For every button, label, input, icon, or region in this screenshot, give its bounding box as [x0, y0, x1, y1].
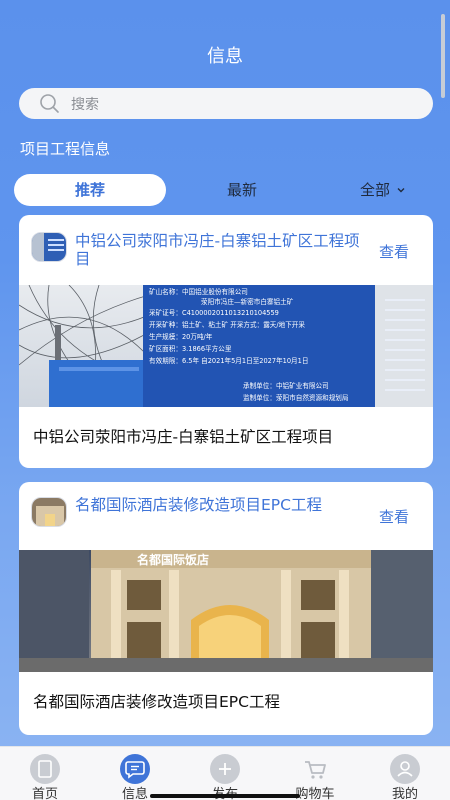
- sign-line: 有效期限：6.5年 自2021年5月1日至2027年10月1日: [149, 356, 308, 365]
- tab-publish[interactable]: 发布: [180, 747, 270, 800]
- project-thumbnail: [31, 232, 67, 262]
- home-indicator: [150, 794, 300, 798]
- project-caption[interactable]: 名都国际酒店装修改造项目EPC工程: [33, 690, 280, 712]
- search-bar[interactable]: 搜索: [19, 88, 433, 119]
- project-card[interactable]: 名都国际酒店装修改造项目EPC工程 查看 名都国际饭店 名都国际酒店装修改造项目…: [19, 482, 433, 735]
- tab-profile-label: 我的: [391, 787, 418, 800]
- chevron-down-icon: [397, 188, 405, 193]
- tab-recommended[interactable]: 推荐: [14, 174, 166, 206]
- tab-all-label: 全部: [360, 181, 391, 199]
- project-title[interactable]: 名都国际酒店装修改造项目EPC工程: [75, 496, 365, 514]
- scrollbar[interactable]: [441, 14, 445, 98]
- project-image: 名都国际饭店: [19, 550, 433, 672]
- view-link[interactable]: 查看: [379, 506, 409, 527]
- plus-icon: [210, 754, 240, 784]
- tab-profile[interactable]: 我的: [360, 747, 450, 800]
- sign-line: 监制单位：荥阳市自然资源和规划局: [243, 393, 349, 402]
- tab-info[interactable]: 信息: [90, 747, 180, 800]
- sign-line: 生产规模：20万吨/年: [149, 332, 213, 341]
- section-heading: 项目工程信息: [20, 140, 111, 158]
- sign-line: 开采矿种：铝土矿、粘土矿 开采方式：露天/地下开采: [149, 320, 305, 329]
- sign-line: 矿山名称：中国铝业股份有限公司: [149, 287, 248, 296]
- sign-line: 承制单位：中铝矿业有限公司: [243, 381, 329, 390]
- user-icon: [390, 754, 420, 784]
- tab-all[interactable]: 全部: [360, 174, 406, 206]
- project-card[interactable]: 中铝公司荥阳市冯庄-白寨铝土矿区工程项目 查看 矿山名称：中国铝业股份有限公司 …: [19, 215, 433, 468]
- sign-line: 矿区面积：3.1866平方公里: [149, 344, 232, 353]
- project-thumbnail: [31, 497, 67, 527]
- cart-icon: [300, 754, 330, 784]
- message-icon: [120, 754, 150, 784]
- bottom-tab-bar: 首页 信息 发布 购物车: [0, 746, 450, 800]
- tab-cart[interactable]: 购物车: [270, 747, 360, 800]
- hotel-sign: 名都国际饭店: [137, 552, 209, 567]
- view-link[interactable]: 查看: [379, 241, 409, 262]
- tab-home-label: 首页: [31, 787, 58, 800]
- tab-home[interactable]: 首页: [0, 747, 90, 800]
- sign-line: 采矿证号：C4100002011013210104559: [149, 308, 279, 317]
- sign-line: 荥阳市冯庄—新密市白寨铝土矿: [201, 297, 294, 306]
- filter-tabs: 推荐 最新 全部: [14, 174, 438, 206]
- project-title[interactable]: 中铝公司荥阳市冯庄-白寨铝土矿区工程项目: [75, 232, 365, 268]
- page-title: 信息: [207, 46, 243, 67]
- project-caption[interactable]: 中铝公司荥阳市冯庄-白寨铝土矿区工程项目: [33, 425, 333, 447]
- project-image: 矿山名称：中国铝业股份有限公司 荥阳市冯庄—新密市白寨铝土矿 采矿证号：C410…: [19, 285, 433, 407]
- search-icon: [40, 93, 59, 113]
- search-input[interactable]: 搜索: [71, 94, 99, 114]
- document-icon: [30, 754, 60, 784]
- tab-latest[interactable]: 最新: [212, 174, 272, 206]
